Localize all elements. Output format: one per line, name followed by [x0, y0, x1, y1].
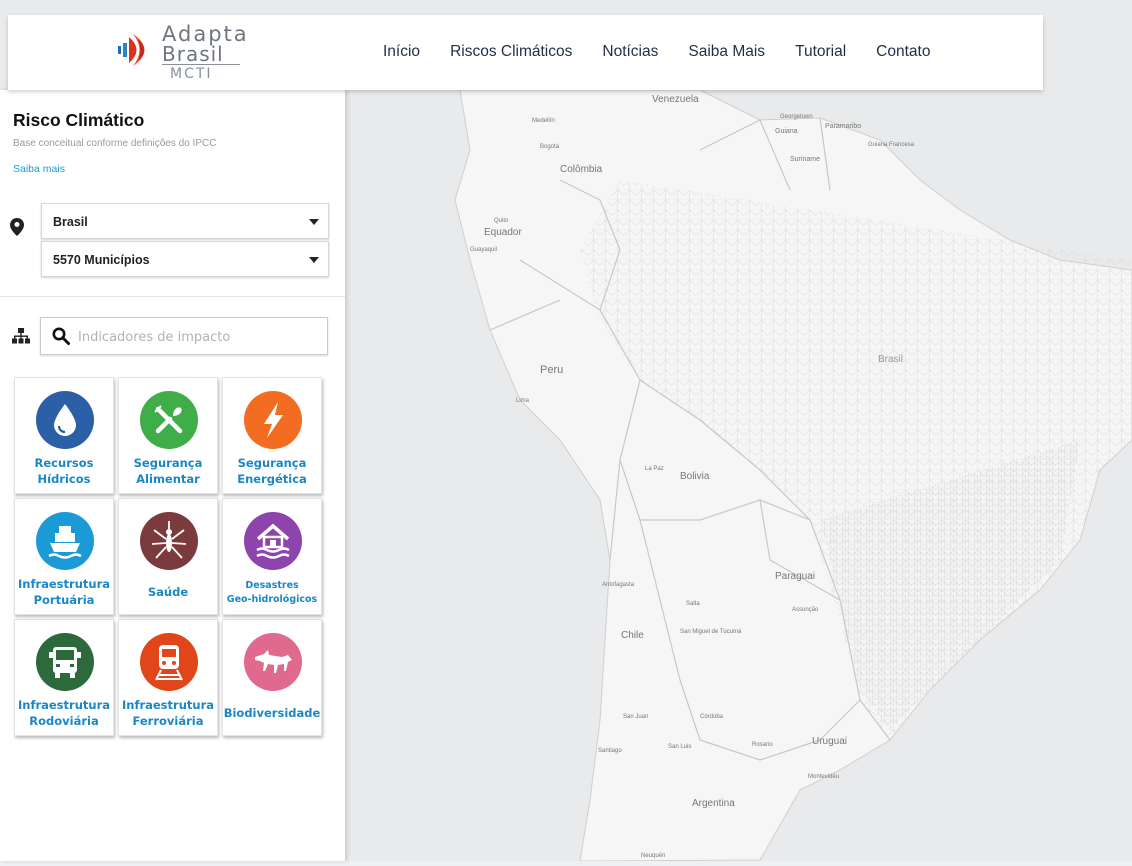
- search-icon: [52, 327, 70, 345]
- nav-contato[interactable]: Contato: [876, 43, 930, 61]
- sector-tile-saude[interactable]: Saúde: [118, 498, 218, 615]
- sector-label: Segurança Alimentar: [133, 456, 203, 486]
- wolf-icon: [244, 633, 302, 691]
- sector-label: Infraestrutura Rodoviária: [17, 698, 111, 728]
- map-label-salta: Salta: [686, 601, 700, 607]
- sector-label: Saúde: [147, 585, 189, 599]
- map-label-antofagasta: Antofagasta: [602, 582, 635, 588]
- ship-icon: [36, 512, 94, 570]
- map-label-guiana-francesa: Guiana Francesa: [868, 142, 915, 148]
- chevron-down-icon: [309, 219, 319, 225]
- map-label-lima: Lima: [516, 398, 530, 404]
- logo-divider: [162, 64, 240, 65]
- sector-tile-desastres-geo-hidrologicos[interactable]: Desastres Geo-hidrológicos: [222, 498, 322, 615]
- mosquito-icon: [140, 512, 198, 570]
- search-input[interactable]: [76, 324, 320, 350]
- page-subtitle: Base conceitual conforme definições do I…: [13, 138, 217, 149]
- nav-saiba-mais[interactable]: Saiba Mais: [688, 43, 765, 61]
- map-label-santiago: Santiago: [598, 748, 622, 754]
- water-drop-icon: [36, 391, 94, 449]
- page-title: Risco Climático: [13, 110, 145, 130]
- chevron-down-icon: [309, 257, 319, 263]
- map-label-neuquen: Neuquén: [641, 853, 665, 859]
- top-header: Adapta Brasil MCTI Início Riscos Climáti…: [8, 15, 1043, 90]
- map-label-brasil: Brasil: [878, 354, 903, 365]
- map-label-quito: Quito: [494, 218, 509, 224]
- nav-tutorial[interactable]: Tutorial: [795, 43, 846, 61]
- region-select-value: Brasil: [53, 215, 88, 229]
- sector-label: Segurança Energética: [237, 456, 307, 486]
- nav-noticias[interactable]: Notícias: [602, 43, 658, 61]
- sector-label: Recursos Hídricos: [34, 456, 94, 486]
- map-label-medellin: Medellín: [532, 118, 555, 124]
- municipalities-select[interactable]: 5570 Municípios: [41, 241, 329, 277]
- sector-label: Biodiversidade: [223, 706, 321, 720]
- sidebar-divider: [0, 296, 345, 297]
- sector-tile-infraestrutura-rodoviaria[interactable]: Infraestrutura Rodoviária: [14, 619, 114, 736]
- fork-knife-icon: [140, 391, 198, 449]
- map-label-bolivia: Bolivia: [680, 471, 710, 482]
- map-label-chile: Chile: [621, 630, 644, 641]
- flooded-house-icon: [244, 512, 302, 570]
- hierarchy-tree-icon[interactable]: [12, 328, 30, 344]
- map-label-guayaquil: Guayaquil: [470, 247, 497, 253]
- region-select[interactable]: Brasil: [41, 203, 329, 239]
- sector-label: Infraestrutura Portuária: [17, 577, 111, 607]
- map-label-venezuela: Venezuela: [652, 94, 699, 105]
- adapta-brasil-logo[interactable]: Adapta Brasil MCTI: [108, 21, 248, 83]
- map-label-la-paz: La Paz: [645, 466, 664, 472]
- train-icon: [140, 633, 198, 691]
- map-label-suriname: Suriname: [790, 156, 820, 163]
- location-pin-icon: [10, 218, 24, 236]
- map-label-georgetown: Georgetown: [780, 114, 813, 120]
- truck-icon: [36, 633, 94, 691]
- map-label-colombia: Colômbia: [560, 164, 603, 175]
- map-label-guiana: Guiana: [775, 128, 798, 135]
- logo-text-brasil: Brasil: [162, 42, 224, 66]
- sector-tile-seguranca-energetica[interactable]: Segurança Energética: [222, 377, 322, 494]
- map-label-assuncao: Assunção: [792, 607, 819, 613]
- logo-mark-icon: [118, 34, 145, 66]
- map-label-paramaribo: Paramaribo: [825, 123, 861, 130]
- sector-label: Infraestrutura Ferroviária: [121, 698, 215, 728]
- sector-tile-biodiversidade[interactable]: Biodiversidade: [222, 619, 322, 736]
- map-label-peru: Peru: [540, 364, 563, 376]
- map-label-paraguai: Paraguai: [775, 571, 815, 582]
- sector-tile-infraestrutura-portuaria[interactable]: Infraestrutura Portuária: [14, 498, 114, 615]
- map-label-tucuma: San Miguel de Tucumá: [680, 629, 742, 635]
- map-label-equador: Equador: [484, 227, 522, 238]
- map-label-san-juan: San Juan: [623, 714, 648, 720]
- sector-label: Desastres Geo-hidrológicos: [226, 580, 318, 605]
- nav-inicio[interactable]: Início: [383, 43, 420, 61]
- map-label-montevideu: Montevidéu: [808, 774, 839, 780]
- sector-tile-infraestrutura-ferroviaria[interactable]: Infraestrutura Ferroviária: [118, 619, 218, 736]
- map-label-rosario: Rosario: [752, 742, 773, 748]
- lightning-icon: [244, 391, 302, 449]
- sidebar-panel: Risco Climático Base conceitual conforme…: [0, 90, 345, 861]
- sector-tile-seguranca-alimentar[interactable]: Segurança Alimentar: [118, 377, 218, 494]
- nav-riscos-climaticos[interactable]: Riscos Climáticos: [450, 43, 572, 61]
- map-label-argentina: Argentina: [692, 798, 735, 809]
- map-label-san-luis: San Luis: [668, 744, 691, 750]
- map-label-uruguai: Uruguai: [812, 736, 847, 747]
- map-label-cordoba: Córdoba: [700, 714, 724, 720]
- sector-tile-recursos-hidricos[interactable]: Recursos Hídricos: [14, 377, 114, 494]
- main-nav: Início Riscos Climáticos Notícias Saiba …: [383, 43, 960, 61]
- saiba-mais-link[interactable]: Saiba mais: [13, 163, 65, 175]
- logo-text-mcti: MCTI: [170, 66, 213, 82]
- indicator-search-box[interactable]: [40, 317, 328, 355]
- map-label-bogota: Bogotá: [540, 144, 560, 150]
- municipalities-select-value: 5570 Municípios: [53, 253, 150, 267]
